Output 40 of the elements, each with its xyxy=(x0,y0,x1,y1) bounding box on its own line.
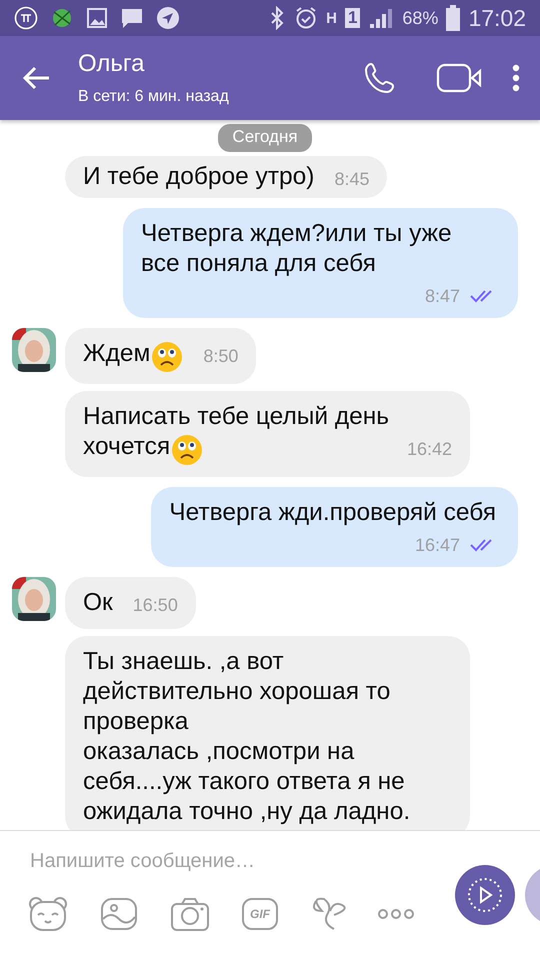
alarm-icon xyxy=(294,6,318,30)
message-text: Ок xyxy=(83,588,113,616)
pi-icon xyxy=(14,6,38,30)
sim-indicator: 1 xyxy=(344,8,360,28)
more-icon[interactable] xyxy=(378,908,414,920)
gallery-icon[interactable] xyxy=(100,897,138,931)
more-options-icon[interactable] xyxy=(512,64,520,92)
message-time: 16:47 xyxy=(414,534,460,556)
back-arrow-icon[interactable] xyxy=(22,66,50,90)
bear-face-icon[interactable] xyxy=(28,896,68,932)
last-seen-status: В сети: 6 мин. назад xyxy=(78,88,230,106)
contact-name: Ольга xyxy=(78,50,146,78)
video-camera-icon[interactable] xyxy=(436,63,482,93)
message-text: Ждем xyxy=(83,340,150,367)
message-time: 8:47 xyxy=(424,285,460,307)
message-time: 8:45 xyxy=(334,168,370,190)
signal-icon xyxy=(368,7,394,29)
message-text: Написать тебе целый день хочется xyxy=(83,402,390,460)
phone-icon[interactable] xyxy=(364,62,396,94)
message-text: И тебе доброе утро) xyxy=(83,163,314,190)
battery-icon xyxy=(446,5,460,31)
chat-icon xyxy=(120,7,144,29)
message-time: 16:42 xyxy=(406,438,452,460)
message-time: 16:50 xyxy=(132,594,178,616)
message-input[interactable]: Напишите сообщение… xyxy=(28,849,412,874)
gif-button[interactable]: GIF xyxy=(242,898,278,930)
message-text: Ты знаешь. ,а вот действительно хорошая то проверка оказалась ,посмотри на себя....уж такого ответа я не ожидала точно ,ну да ладно. xyxy=(83,648,410,825)
battery-percent: 68% xyxy=(402,8,438,28)
network-indicator: H xyxy=(326,10,337,26)
camera-icon[interactable] xyxy=(170,897,210,931)
clock: 17:02 xyxy=(468,4,526,32)
doodle-icon[interactable] xyxy=(310,897,346,931)
message-text: Четверга жди.проверяй себя xyxy=(169,498,496,528)
date-badge: Сегодня xyxy=(218,124,312,152)
play-icon xyxy=(467,877,503,913)
globe-icon xyxy=(50,6,74,30)
message-text: Четверга ждем?или ты уже все поняла для себя xyxy=(141,219,453,279)
message-time: 8:50 xyxy=(203,345,238,367)
send-icon xyxy=(156,6,180,30)
image-icon xyxy=(86,7,108,29)
